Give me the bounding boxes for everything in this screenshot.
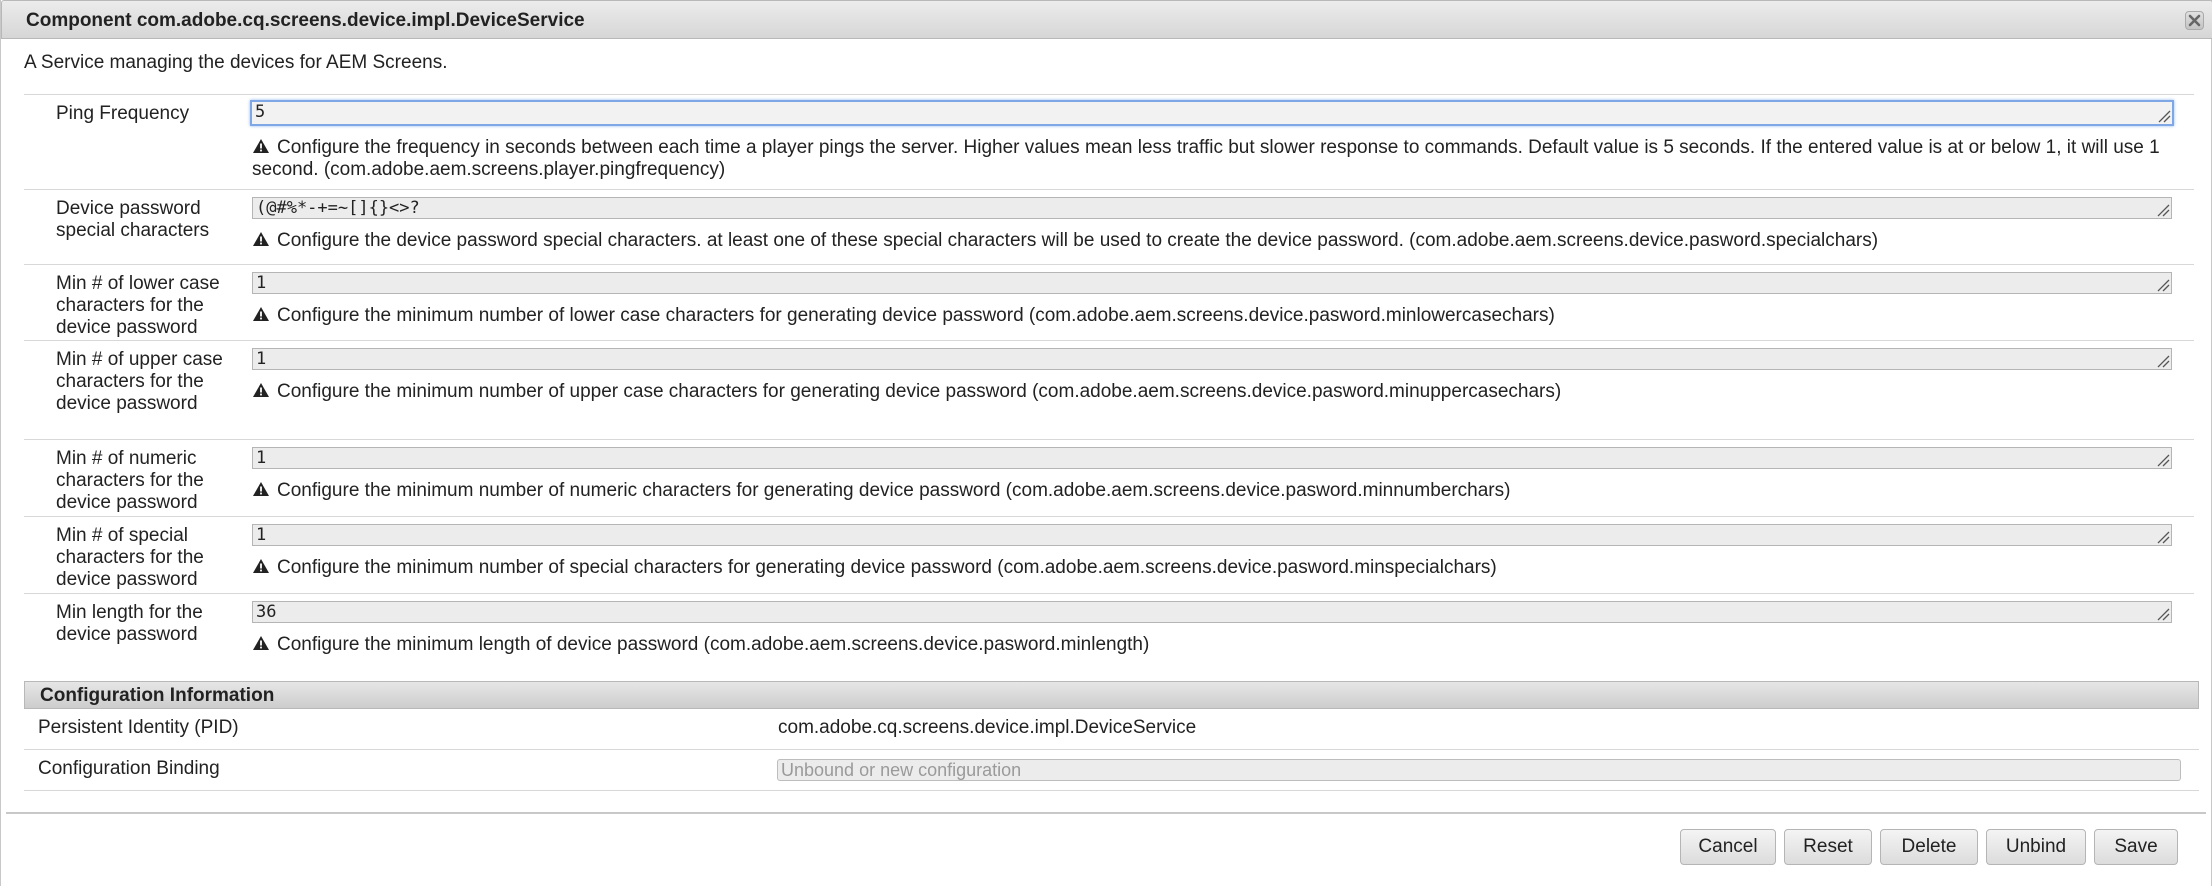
warning-icon [253,636,269,650]
property-hint: Configure the minimum number of upper ca… [252,381,2182,403]
warning-icon [253,559,269,573]
property-hint-text: Configure the device password special ch… [277,230,1879,251]
binding-field[interactable]: Unbound or new configuration [777,759,2181,781]
property-hint-text: Configure the minimum length of device p… [277,634,1150,655]
property-hint: Configure the minimum length of device p… [252,634,2182,656]
component-config-dialog: Component com.adobe.cq.screens.device.im… [0,0,2212,886]
warning-icon [253,307,269,321]
special-chars-input[interactable]: (@#%*-+=~[]{}<>? [252,197,2172,219]
resize-grip-icon[interactable] [2157,109,2171,123]
warning-icon [253,482,269,496]
reset-button[interactable]: Reset [1784,829,1872,865]
pid-value: com.adobe.cq.screens.device.impl.DeviceS… [778,717,1197,738]
property-hint-text: Configure the minimum number of numeric … [277,480,1511,501]
close-icon[interactable] [2185,11,2204,30]
property-label: Device password special characters [56,198,210,241]
property-hint: Configure the frequency in seconds betwe… [252,137,2182,181]
property-row-min-numeric: Min # of numeric characters for the devi… [24,439,2194,517]
warning-icon [253,383,269,397]
resize-grip-icon[interactable] [2156,278,2170,292]
property-hint-text: Configure the minimum number of upper ca… [277,381,1562,402]
pid-row: Persistent Identity (PID) com.adobe.cq.s… [24,709,2199,750]
binding-row: Configuration Binding Unbound or new con… [24,750,2199,791]
warning-icon [253,232,269,246]
property-label: Ping Frequency [56,103,190,124]
property-hint: Configure the minimum number of numeric … [252,480,2182,502]
dialog-title: Component com.adobe.cq.screens.device.im… [26,10,585,31]
min-length-input[interactable]: 36 [252,601,2172,623]
property-hint-text: Configure the minimum number of lower ca… [277,305,1555,326]
property-row-min-uppercase: Min # of upper case characters for the d… [24,340,2194,440]
config-info-header: Configuration Information [24,681,2199,709]
resize-grip-icon[interactable] [2156,607,2170,621]
property-row-min-special: Min # of special characters for the devi… [24,516,2194,594]
property-label: Min # of numeric characters for the devi… [56,448,204,513]
ping-frequency-input[interactable]: 5 [250,100,2174,126]
resize-grip-icon[interactable] [2156,453,2170,467]
component-description: A Service managing the devices for AEM S… [24,52,448,73]
property-hint: Configure the minimum number of lower ca… [252,305,2182,327]
property-label: Min # of lower case characters for the d… [56,273,220,338]
min-special-input[interactable]: 1 [252,524,2172,546]
delete-button[interactable]: Delete [1880,829,1978,865]
pid-label: Persistent Identity (PID) [38,717,239,738]
property-hint-text: Configure the minimum number of special … [277,557,1497,578]
dialog-titlebar[interactable]: Component com.adobe.cq.screens.device.im… [1,0,2212,39]
property-row-special-chars: Device password special characters (@#%*… [24,189,2194,265]
min-uppercase-input[interactable]: 1 [252,348,2172,370]
min-numeric-input[interactable]: 1 [252,447,2172,469]
dialog-buttons: Cancel Reset Delete Unbind Save [1680,829,2200,865]
property-hint: Configure the minimum number of special … [252,557,2182,579]
warning-icon [253,139,269,153]
property-label: Min # of special characters for the devi… [56,525,204,590]
property-row-min-length: Min length for the device password 36 Co… [24,593,2194,671]
property-hint: Configure the device password special ch… [252,230,2182,252]
property-label: Min length for the device password [56,602,203,645]
property-label: Min # of upper case characters for the d… [56,349,223,414]
save-button[interactable]: Save [2094,829,2178,865]
min-lowercase-input[interactable]: 1 [252,272,2172,294]
resize-grip-icon[interactable] [2156,354,2170,368]
resize-grip-icon[interactable] [2156,530,2170,544]
property-hint-text: Configure the frequency in seconds betwe… [252,137,2160,180]
resize-grip-icon[interactable] [2156,203,2170,217]
property-row-ping-frequency: Ping Frequency 5 Configure the frequency… [24,94,2194,190]
unbind-button[interactable]: Unbind [1986,829,2086,865]
config-info-title: Configuration Information [40,685,275,706]
property-row-min-lowercase: Min # of lower case characters for the d… [24,264,2194,341]
footer-divider [6,812,2206,814]
cancel-button[interactable]: Cancel [1680,829,1776,865]
binding-label: Configuration Binding [38,758,220,779]
